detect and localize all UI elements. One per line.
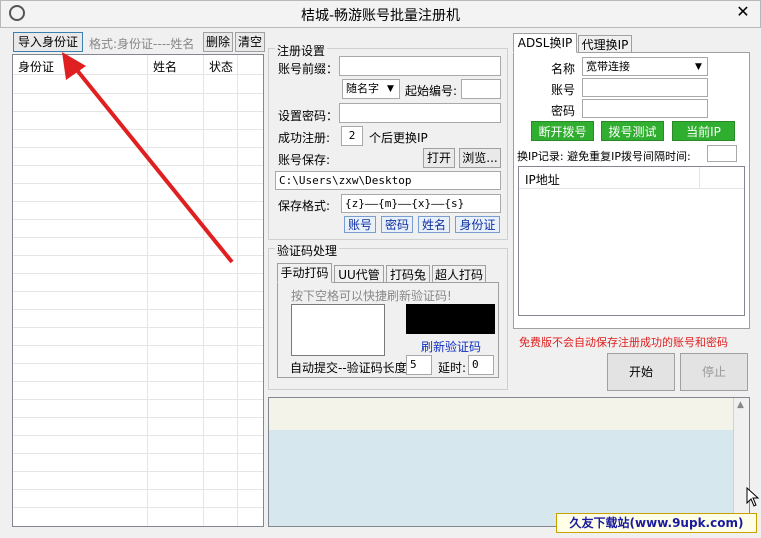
mouse-cursor-icon [746, 487, 760, 507]
prefix-input[interactable] [339, 56, 501, 76]
mode-select[interactable]: 随名字 ▼ [342, 79, 400, 99]
log-area[interactable]: ▲ [268, 397, 750, 527]
refresh-captcha-link[interactable]: 刷新验证码 [421, 338, 481, 355]
fmt-name-button[interactable]: 姓名 [418, 216, 450, 233]
log-area-header [269, 398, 733, 430]
success-count-input[interactable]: 2 [341, 126, 363, 146]
start-number-label: 起始编号: [405, 84, 458, 98]
tab-uu[interactable]: UU代管 [334, 265, 384, 283]
save-format-label: 保存格式: [278, 199, 331, 213]
adsl-password-label: 密码 [551, 104, 576, 118]
fmt-password-button[interactable]: 密码 [381, 216, 413, 233]
register-group-title: 注册设置 [275, 42, 328, 59]
captcha-image[interactable] [406, 304, 495, 334]
fmt-idcard-button[interactable]: 身份证 [455, 216, 500, 233]
chevron-down-icon: ▼ [695, 62, 702, 72]
connection-name-select[interactable]: 宽带连接 ▼ [582, 57, 708, 76]
connection-name-value: 宽带连接 [586, 60, 630, 73]
captcha-length-input[interactable]: 5 [406, 355, 432, 375]
chevron-down-icon: ▼ [387, 84, 394, 94]
delay-label: 延时: [438, 361, 467, 375]
prefix-label: 账号前缀： [278, 62, 339, 76]
success-count-label: 成功注册: [278, 131, 331, 145]
ip-record-label: 换IP记录: 避免重复IP拨号间隔时间: [517, 150, 691, 163]
open-button[interactable]: 打开 [423, 148, 455, 168]
interval-input[interactable] [707, 145, 737, 162]
change-ip-label: 个后更换IP [369, 131, 428, 145]
ip-address-column[interactable]: IP地址 [525, 171, 560, 188]
delay-input[interactable]: 0 [468, 355, 494, 375]
ip-list[interactable]: IP地址 [518, 166, 745, 316]
save-label: 账号保存: [278, 153, 331, 167]
save-format-input[interactable]: {z}——{m}——{x}——{s} [341, 194, 501, 213]
start-button[interactable]: 开始 [607, 353, 675, 391]
stop-button[interactable]: 停止 [680, 353, 748, 391]
free-version-notice: 免费版不会自动保存注册成功的账号和密码 [519, 336, 728, 349]
password-label: 设置密码： [278, 109, 339, 123]
ip-list-col-divider [699, 167, 700, 188]
disconnect-dial-button[interactable]: 断开拨号 [531, 121, 594, 141]
tab-manual-captcha[interactable]: 手动打码 [277, 263, 332, 283]
auto-submit-label: 自动提交--验证码长度 [290, 361, 407, 375]
captcha-group-title: 验证码处理 [275, 242, 340, 259]
captcha-input-box[interactable] [291, 304, 385, 356]
adsl-account-input[interactable] [582, 78, 708, 97]
fmt-account-button[interactable]: 账号 [344, 216, 376, 233]
mode-select-value: 随名字 [346, 82, 379, 95]
dial-test-button[interactable]: 拨号测试 [601, 121, 664, 141]
captcha-hint: 按下空格可以快捷刷新验证码! [291, 289, 452, 303]
tab-proxy[interactable]: 代理换IP [578, 35, 632, 53]
adsl-account-label: 账号 [551, 83, 576, 97]
start-number-input[interactable] [461, 79, 501, 99]
password-input[interactable] [339, 103, 501, 123]
save-path-input[interactable]: C:\Users\zxw\Desktop [275, 171, 501, 190]
ip-list-header-divider [519, 188, 744, 189]
tab-adsl[interactable]: ADSL换IP [513, 33, 577, 53]
connection-name-label: 名称 [551, 62, 576, 76]
current-ip-button[interactable]: 当前IP [672, 121, 735, 141]
watermark: 久友下载站(www.9upk.com) [556, 513, 757, 533]
browse-button[interactable]: 浏览... [459, 148, 501, 168]
tab-damatu[interactable]: 打码兔 [386, 265, 430, 283]
scroll-up-icon[interactable]: ▲ [737, 400, 744, 410]
tab-chaoren[interactable]: 超人打码 [432, 265, 486, 283]
adsl-password-input[interactable] [582, 99, 708, 118]
